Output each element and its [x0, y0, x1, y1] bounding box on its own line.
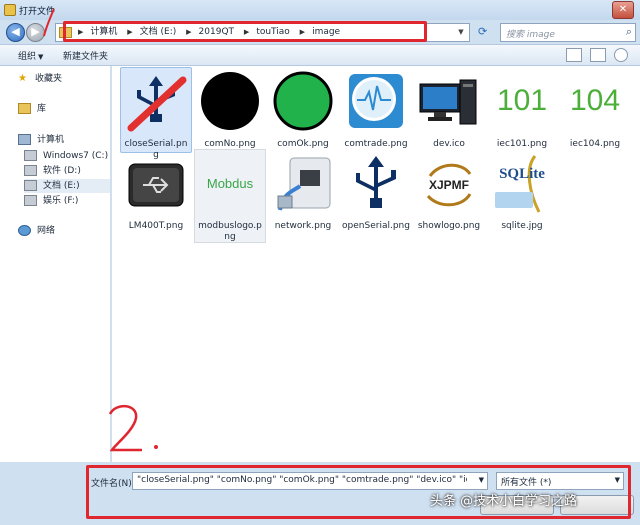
- annotation-marks: [43, 8, 158, 452]
- watermark: 头条 @技术小白学习之路: [430, 494, 578, 509]
